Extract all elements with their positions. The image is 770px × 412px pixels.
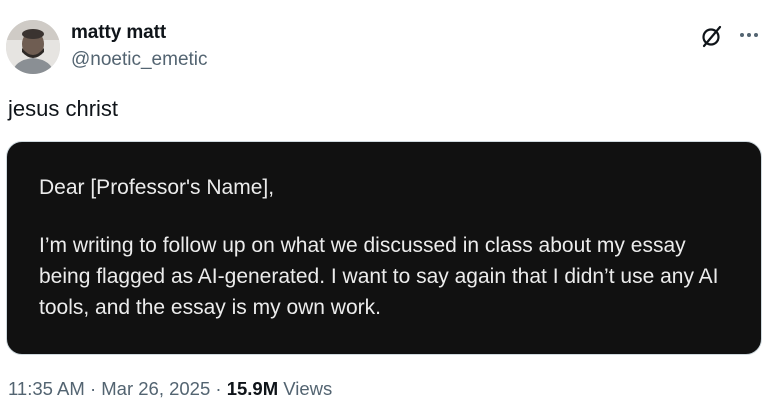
grok-icon[interactable] [700,24,724,48]
dot [740,33,744,37]
tweet-text: jesus christ [8,96,119,121]
tweet-date[interactable]: Mar 26, 2025 [101,378,210,399]
letter-greeting: Dear [Professor's Name], [39,176,275,199]
handle[interactable]: @noetic_emetic [71,49,208,71]
views-label: Views [283,378,333,399]
tweet-metadata: 11:35 AM · Mar 26, 2025 · 15.9M Views [8,378,332,400]
dot [754,33,758,37]
attached-image[interactable]: Dear [Professor's Name], I’m writing to … [6,141,762,355]
avatar[interactable] [6,20,60,74]
tweet: matty matt @noetic_emetic jesus christ D… [0,0,770,412]
meta-separator: · [89,378,97,399]
letter-body: I’m writing to follow up on what we disc… [39,234,719,319]
more-options-icon[interactable] [737,26,761,44]
tweet-time[interactable]: 11:35 AM [8,378,85,399]
display-name[interactable]: matty matt [71,22,166,44]
avatar-image [6,20,60,74]
views-count: 15.9M [226,378,279,399]
meta-separator: · [215,378,222,399]
dot [747,33,751,37]
